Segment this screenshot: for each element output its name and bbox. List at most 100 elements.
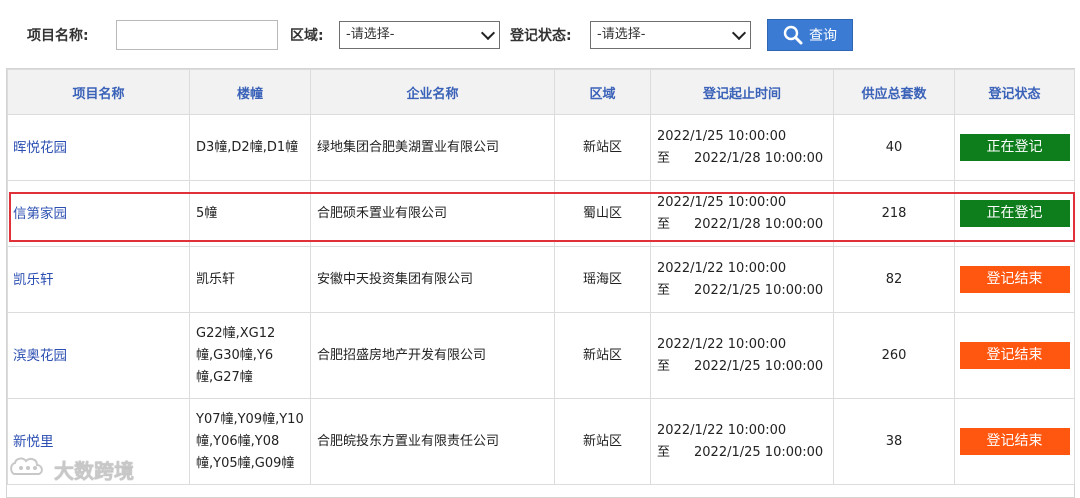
- buildings-line: G22幢,XG12: [196, 325, 276, 341]
- total-units-cell: 38: [833, 398, 955, 485]
- region-select-value: -请选择-: [346, 27, 395, 42]
- project-name-link[interactable]: 晖悦花园: [7, 114, 190, 181]
- period-end: 2022/1/28 10:00:00: [694, 150, 824, 166]
- period-end: 2022/1/25 10:00:00: [694, 358, 824, 374]
- filter-bar: 项目名称: 区域: -请选择- 登记状态: -请选择- 查询: [0, 0, 1080, 68]
- status-badge[interactable]: 正在登记: [959, 200, 1070, 227]
- buildings-cell: G22幢,XG12 幢,G30幢,Y6 幢,G27幢: [189, 312, 311, 399]
- period-start: 2022/1/22 10:00:00: [657, 260, 787, 276]
- area-cell: 新站区: [554, 398, 651, 485]
- buildings-line: 幢,Y05幢,G09幢: [196, 455, 295, 471]
- watermark-text: 大数跨境: [54, 458, 134, 483]
- enterprise-cell: 合肥皖投东方置业有限责任公司: [310, 398, 555, 485]
- project-name-link[interactable]: 信第家园: [7, 180, 190, 247]
- enterprise-cell: 合肥招盛房地产开发有限公司: [310, 312, 555, 399]
- period-cell: 2022/1/25 10:00:00 至 2022/1/28 10:00:00: [650, 114, 834, 181]
- search-button-label: 查询: [809, 28, 837, 44]
- col-header-buildings[interactable]: 楼幢: [189, 69, 311, 115]
- enterprise-cell: 安徽中天投资集团有限公司: [310, 246, 555, 313]
- table-header-row: 项目名称 楼幢 企业名称 区域 登记起止时间 供应总套数 登记状态: [7, 69, 1075, 115]
- period-end-line: 至 2022/1/25 10:00:00: [657, 442, 832, 464]
- project-name-link[interactable]: 滨奥花园: [7, 312, 190, 399]
- chevron-down-icon: [731, 25, 747, 41]
- status-cell: 登记结束: [954, 398, 1075, 485]
- enterprise-cell: 合肥硕禾置业有限公司: [310, 180, 555, 247]
- col-header-period[interactable]: 登记起止时间: [650, 69, 834, 115]
- buildings-cell: 5幢: [189, 180, 311, 247]
- logo-icon: [8, 454, 48, 485]
- buildings-line: 5幢: [196, 205, 218, 221]
- total-units-cell: 260: [833, 312, 955, 399]
- table-row: 晖悦花园 D3幢,D2幢,D1幢 绿地集团合肥美湖置业有限公司 新站区 2022…: [7, 114, 1075, 181]
- chevron-down-icon: [480, 25, 496, 41]
- table-row: 凯乐轩 凯乐轩 安徽中天投资集团有限公司 瑶海区 2022/1/22 10:00…: [7, 246, 1075, 313]
- project-name-link[interactable]: 凯乐轩: [7, 246, 190, 313]
- period-start: 2022/1/25 10:00:00: [657, 194, 787, 210]
- area-cell: 新站区: [554, 114, 651, 181]
- total-units-cell: 218: [833, 180, 955, 247]
- col-header-area[interactable]: 区域: [554, 69, 651, 115]
- region-select[interactable]: -请选择-: [339, 21, 500, 49]
- status-cell: 登记结束: [954, 312, 1075, 399]
- period-to: 至: [657, 444, 671, 460]
- status-badge[interactable]: 登记结束: [959, 266, 1070, 293]
- table-row: 新悦里 Y07幢,Y09幢,Y10 幢,Y06幢,Y08 幢,Y05幢,G09幢…: [7, 398, 1075, 485]
- area-cell: 瑶海区: [554, 246, 651, 313]
- period-cell: 2022/1/22 10:00:00 至 2022/1/25 10:00:00: [650, 398, 834, 485]
- period-to: 至: [657, 150, 671, 166]
- period-end-line: 至 2022/1/25 10:00:00: [657, 356, 832, 378]
- project-name-label: 项目名称:: [27, 28, 89, 44]
- total-units-cell: 40: [833, 114, 955, 181]
- table-row: 滨奥花园 G22幢,XG12 幢,G30幢,Y6 幢,G27幢 合肥招盛房地产开…: [7, 312, 1075, 399]
- buildings-line: 幢,G27幢: [196, 369, 253, 385]
- project-name-input[interactable]: [116, 20, 278, 50]
- buildings-cell: Y07幢,Y09幢,Y10 幢,Y06幢,Y08 幢,Y05幢,G09幢: [189, 398, 311, 485]
- buildings-line: 凯乐轩: [196, 271, 236, 287]
- col-header-enterprise[interactable]: 企业名称: [310, 69, 555, 115]
- buildings-line: D3幢,D2幢,D1幢: [196, 139, 299, 155]
- period-start: 2022/1/22 10:00:00: [657, 336, 787, 352]
- status-badge[interactable]: 正在登记: [959, 134, 1070, 161]
- period-end: 2022/1/25 10:00:00: [694, 444, 824, 460]
- period-cell: 2022/1/25 10:00:00 至 2022/1/28 10:00:00: [650, 180, 834, 247]
- status-cell: 正在登记: [954, 114, 1075, 181]
- buildings-line: 幢,G30幢,Y6: [196, 347, 274, 363]
- col-header-project-name[interactable]: 项目名称: [7, 69, 190, 115]
- period-cell: 2022/1/22 10:00:00 至 2022/1/25 10:00:00: [650, 312, 834, 399]
- buildings-cell: D3幢,D2幢,D1幢: [189, 114, 311, 181]
- status-cell: 登记结束: [954, 246, 1075, 313]
- col-header-status[interactable]: 登记状态: [954, 69, 1075, 115]
- status-label: 登记状态:: [510, 28, 572, 44]
- search-icon: [783, 25, 803, 45]
- col-header-total-units[interactable]: 供应总套数: [833, 69, 955, 115]
- watermark: 大数跨境: [8, 454, 134, 484]
- period-to: 至: [657, 216, 671, 232]
- buildings-line: Y07幢,Y09幢,Y10: [196, 411, 304, 427]
- area-cell: 新站区: [554, 312, 651, 399]
- table-row: 信第家园 5幢 合肥硕禾置业有限公司 蜀山区 2022/1/25 10:00:0…: [7, 180, 1075, 247]
- period-to: 至: [657, 358, 671, 374]
- buildings-cell: 凯乐轩: [189, 246, 311, 313]
- period-end: 2022/1/25 10:00:00: [694, 282, 824, 298]
- project-table-grid: 项目名称 楼幢 企业名称 区域 登记起止时间 供应总套数 登记状态 晖悦花园 D…: [7, 69, 1075, 485]
- region-label: 区域:: [290, 28, 324, 44]
- status-select-value: -请选择-: [597, 27, 646, 42]
- period-start: 2022/1/22 10:00:00: [657, 422, 787, 438]
- period-end-line: 至 2022/1/25 10:00:00: [657, 280, 832, 302]
- period-end-line: 至 2022/1/28 10:00:00: [657, 148, 832, 170]
- buildings-line: 幢,Y06幢,Y08: [196, 433, 280, 449]
- enterprise-cell: 绿地集团合肥美湖置业有限公司: [310, 114, 555, 181]
- area-cell: 蜀山区: [554, 180, 651, 247]
- search-button[interactable]: 查询: [767, 19, 853, 51]
- status-badge[interactable]: 登记结束: [959, 428, 1070, 455]
- period-cell: 2022/1/22 10:00:00 至 2022/1/25 10:00:00: [650, 246, 834, 313]
- project-table: 项目名称 楼幢 企业名称 区域 登记起止时间 供应总套数 登记状态 晖悦花园 D…: [6, 68, 1075, 498]
- total-units-cell: 82: [833, 246, 955, 313]
- status-select[interactable]: -请选择-: [590, 21, 751, 49]
- status-badge[interactable]: 登记结束: [959, 342, 1070, 369]
- period-to: 至: [657, 282, 671, 298]
- period-end: 2022/1/28 10:00:00: [694, 216, 824, 232]
- status-cell: 正在登记: [954, 180, 1075, 247]
- period-end-line: 至 2022/1/28 10:00:00: [657, 214, 832, 236]
- period-start: 2022/1/25 10:00:00: [657, 128, 787, 144]
